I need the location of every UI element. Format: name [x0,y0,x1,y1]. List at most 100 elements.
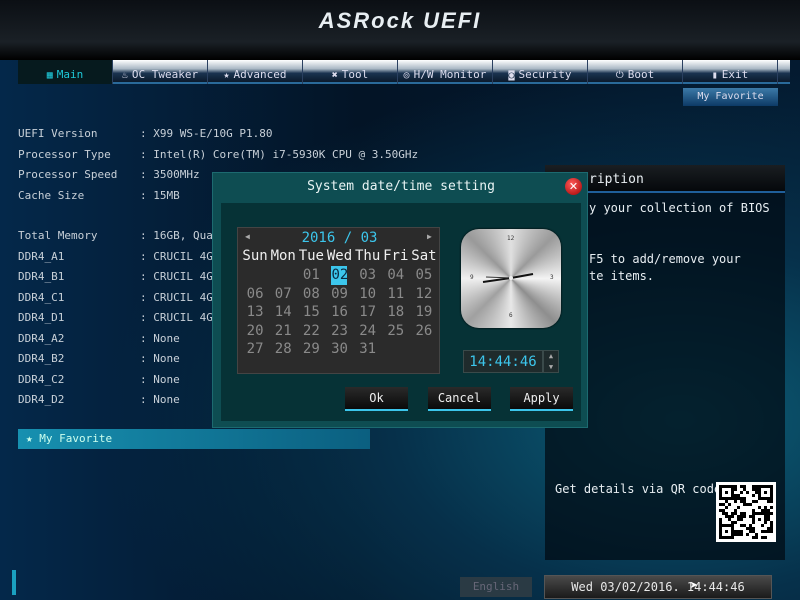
date-cell[interactable]: 15 [297,303,325,322]
date-cell[interactable]: 22 [297,322,325,341]
date-cell[interactable]: 05 [410,266,438,285]
info-row: Processor Type : Intel(R) Core(TM) i7-593… [18,148,418,161]
tab-label: Exit [721,68,749,81]
info-value: : 3500MHz [140,168,200,181]
tab-security[interactable]: ◙ Security [493,60,588,84]
date-cell[interactable]: 28 [269,340,297,359]
description-line: te items. [589,269,655,283]
weekday-label: Wed [326,248,353,264]
date-cell[interactable]: 31 [354,340,382,359]
tab-oc-tweaker[interactable]: ♨ OC Tweaker [113,60,208,84]
date-cell[interactable]: 25 [382,322,410,341]
info-label: DDR4_C1 [18,290,65,304]
date-cell[interactable]: 01 [297,266,325,285]
info-value: : None [140,352,180,365]
date-cell[interactable]: 08 [297,285,325,304]
close-icon[interactable]: ✕ [565,178,582,195]
tab-label: Advanced [233,68,287,81]
date-cell[interactable]: 06 [241,285,269,304]
info-row: DDR4_B2 : None [18,352,180,365]
analog-clock: 12 3 6 9 [461,229,561,328]
date-cell[interactable]: 23 [325,322,353,341]
tab-boot[interactable]: ⏻ Boot [588,60,683,84]
date-cell[interactable]: 30 [325,340,353,359]
info-row: DDR4_A2 : None [18,332,180,345]
info-label: DDR4_B2 [18,352,65,365]
info-value: : Intel(R) Core(TM) i7-5930K CPU @ 3.50G… [140,147,419,161]
tab-exit[interactable]: ▮ Exit [683,60,778,84]
weekday-label: Sat [411,248,437,264]
info-label: Total Memory [18,229,98,242]
scrollbar[interactable] [12,570,16,595]
exit-icon: ▮ [711,70,718,81]
date-cell[interactable]: 04 [382,266,410,285]
weekday-label: Tue [298,248,324,264]
date-cell[interactable]: 11 [382,285,410,304]
date-cell[interactable]: 10 [354,285,382,304]
spin-down-icon[interactable]: ▼ [544,362,558,373]
info-row: UEFI Version : X99 WS-E/10G P1.80 [18,127,272,140]
date-cell[interactable]: 24 [354,322,382,341]
date-time-dialog: System date/time setting ✕ ◀ 2016 / 03 ▶… [212,172,588,428]
info-value: : 16GB, Qua [140,229,213,242]
info-value: : CRUCIL 4G [140,249,213,263]
date-cell[interactable]: 16 [325,303,353,322]
date-cell[interactable]: 13 [241,303,269,322]
info-value: : X99 WS-E/10G P1.80 [140,127,273,140]
date-cell[interactable]: 07 [269,285,297,304]
tab-h-w-monitor[interactable]: ◎ H/W Monitor [398,60,493,84]
tab-label: H/W Monitor [413,68,487,81]
qr-code [716,482,776,542]
info-row: DDR4_C2 : None [18,373,180,386]
apply-button[interactable]: Apply [510,387,573,411]
info-label: DDR4_A2 [18,331,65,345]
date-cell[interactable]: 21 [269,322,297,341]
date-cell[interactable]: 14 [269,303,297,322]
info-label: Cache Size [18,188,85,202]
date-cell[interactable]: 20 [241,322,269,341]
datetime-display[interactable]: Wed 03/02/2016. 14:44:46 [544,575,772,599]
info-row: Cache Size: 15MB [18,189,180,202]
date-cell[interactable]: 03 [354,266,382,285]
date-cell[interactable]: 09 [325,285,353,304]
info-row: Processor Speed: 3500MHz [18,168,200,181]
info-label: DDR4_A1 [18,249,65,263]
tab-tool[interactable]: ✖ Tool [303,60,398,84]
language-button[interactable]: English [460,577,532,597]
date-cell[interactable]: 18 [382,303,410,322]
date-cell[interactable]: 12 [410,285,438,304]
tab-advanced[interactable]: ★ Advanced [208,60,303,84]
date-cell[interactable]: 19 [410,303,438,322]
ok-button[interactable]: Ok [345,387,408,411]
grid-icon: ▦ [46,70,53,81]
my-favorite-button[interactable]: My Favorite [683,88,778,106]
power-icon: ⏻ [615,70,624,81]
info-row: Total Memory : 16GB, Qua [18,229,213,242]
tab-main[interactable]: ▦ Main [18,60,113,84]
cancel-button[interactable]: Cancel [428,387,491,411]
date-cell[interactable]: 27 [241,340,269,359]
star-icon: ★ [26,432,40,445]
date-cell[interactable]: 29 [297,340,325,359]
info-row: DDR4_A1 : CRUCIL 4G [18,250,213,263]
date-cell[interactable]: 17 [354,303,382,322]
next-month-icon[interactable]: ▶ [427,232,432,241]
time-input[interactable]: 14:44:46 [463,350,543,373]
info-label: UEFI Version [18,127,98,140]
date-cell[interactable]: 02 [331,266,348,285]
weekday-label: Thu [354,248,381,264]
time-spinner[interactable]: ▲ ▼ [543,350,559,373]
info-label: DDR4_C2 [18,372,65,386]
info-label: Processor Type [18,147,111,161]
tab-label: OC Tweaker [131,68,199,81]
info-row: DDR4_D2: None [18,393,180,406]
monitor-icon: ◎ [403,70,410,81]
info-value: : None [140,372,180,386]
date-grid: 01 02 03 04 05 06 07 08 09 10 11 12 13 14 15 16 17 18 19 20… [241,266,438,359]
date-cell[interactable]: 26 [410,322,438,341]
my-favorite-item[interactable]: ★ My Favorite [18,429,370,449]
spin-up-icon[interactable]: ▲ [544,351,558,362]
tab-label: Main [56,68,84,81]
info-value: : None [140,331,180,345]
weekday-header: Sun Mon Tue Wed Thu Fri Sat [241,248,438,264]
